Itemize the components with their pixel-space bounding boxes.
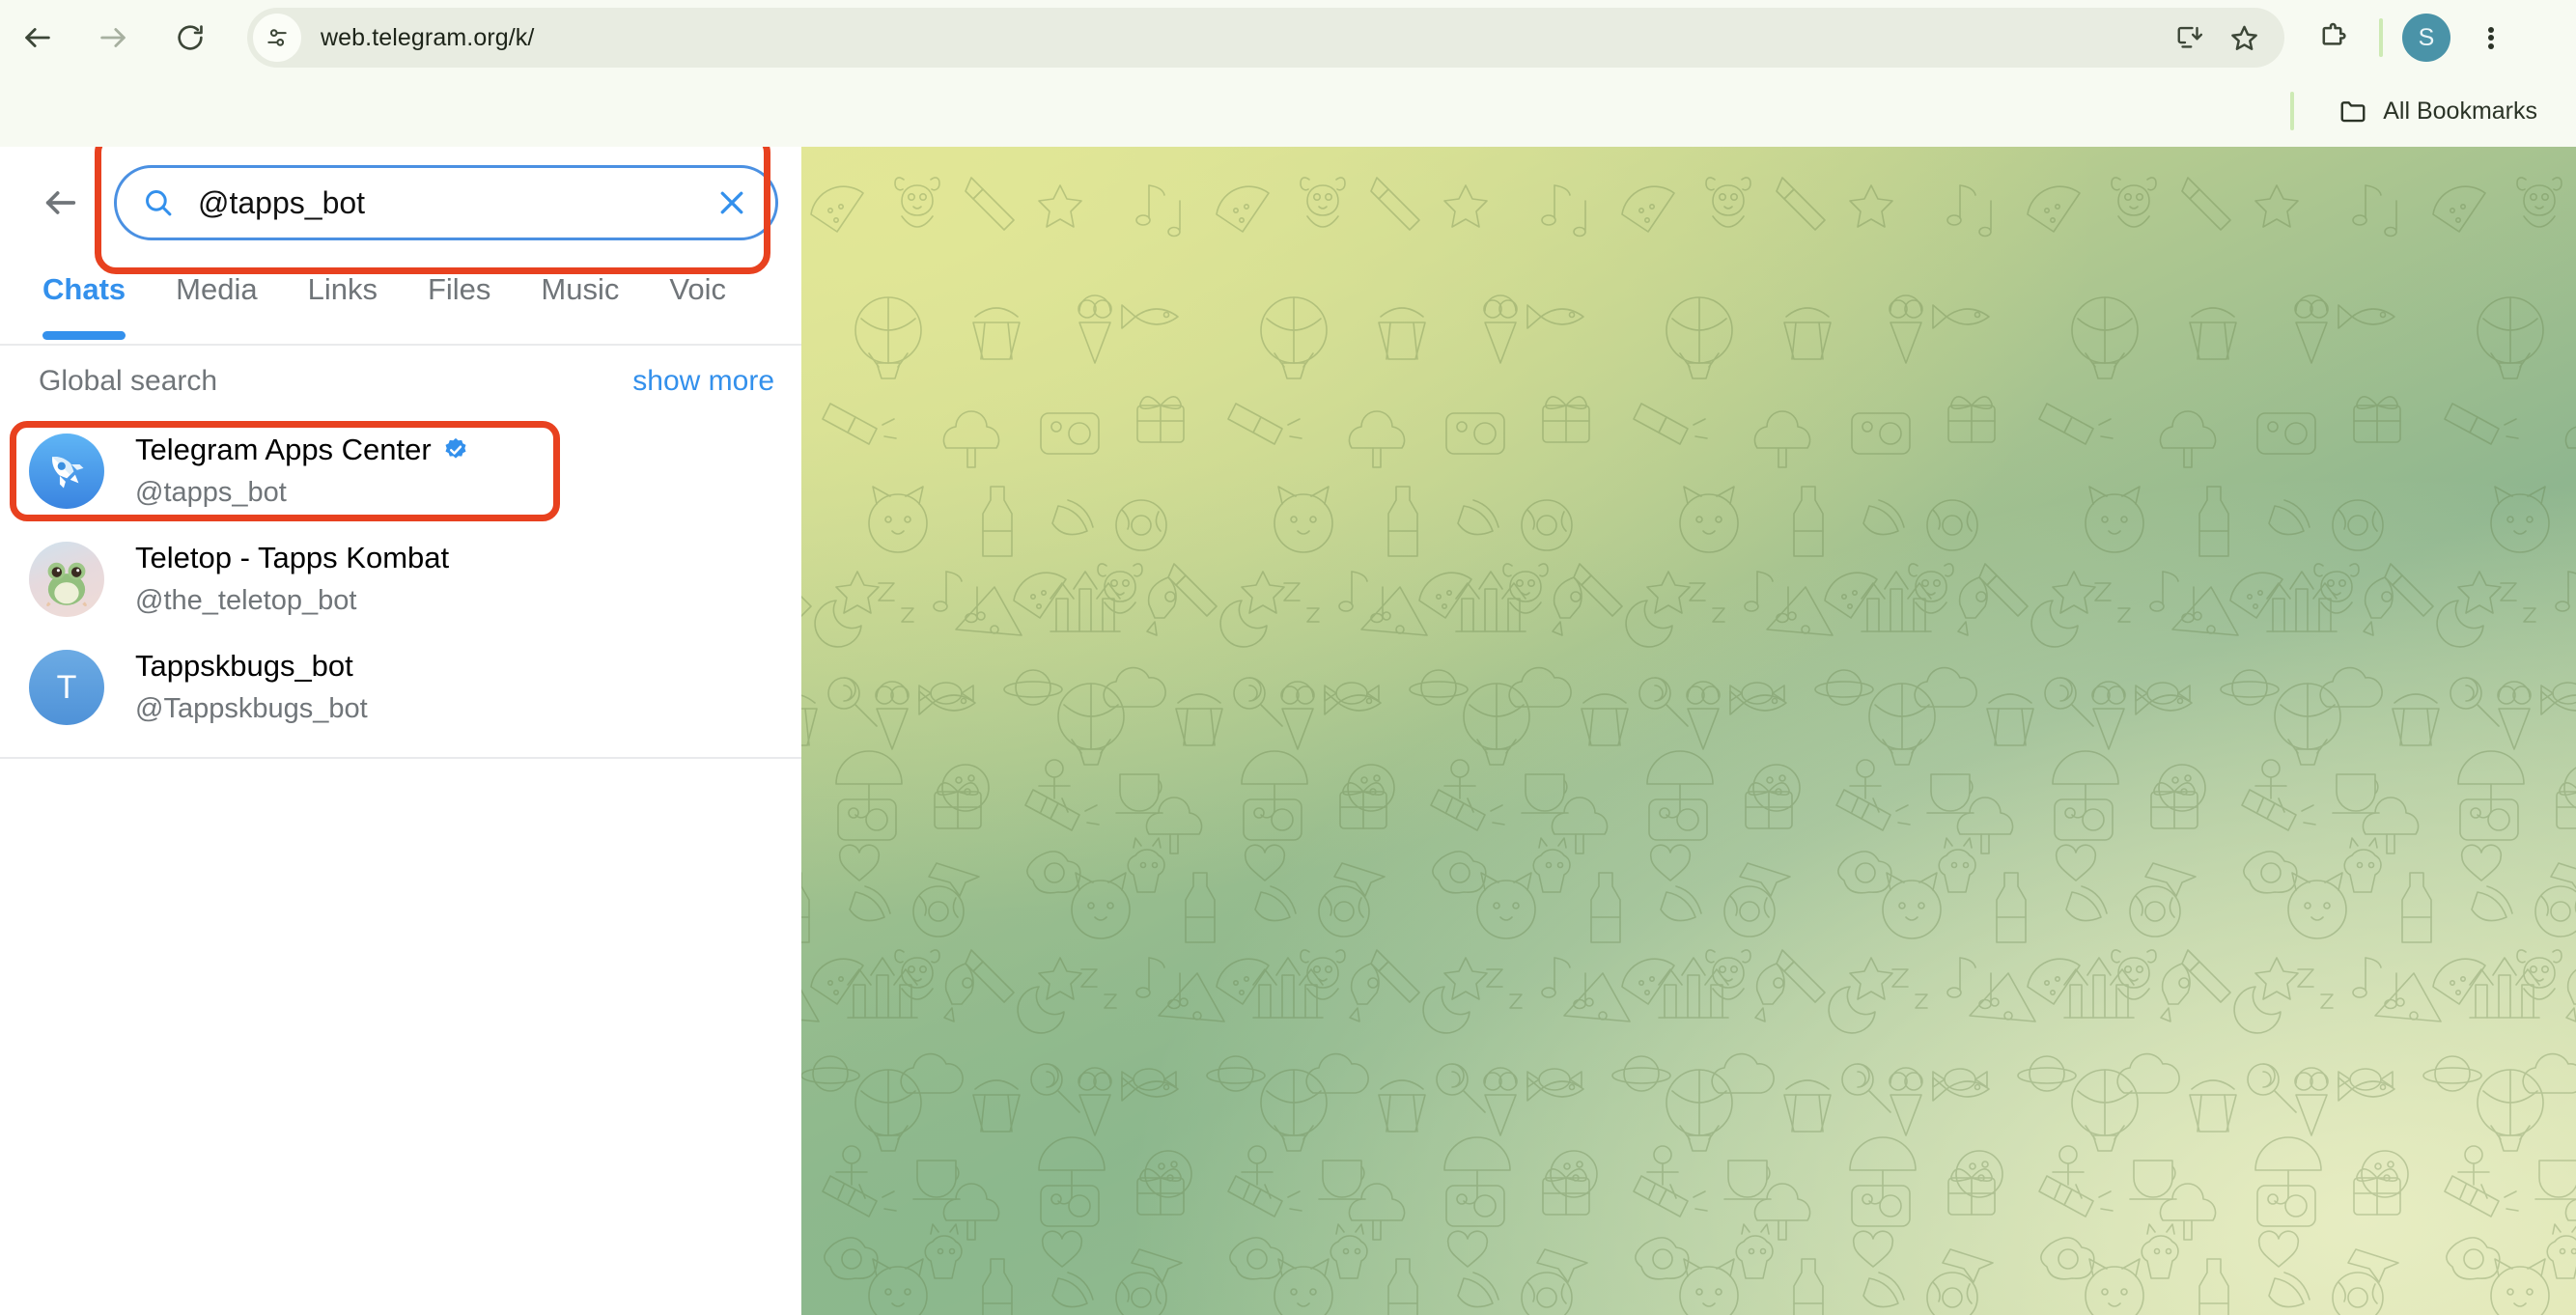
chat-background-panel [801, 147, 2576, 1315]
tab-label: Voic [669, 272, 726, 306]
tab-music[interactable]: Music [516, 259, 644, 336]
list-item-text: Teletop - Tapps Kombat @the_teletop_bot [135, 539, 449, 620]
all-bookmarks-label: All Bookmarks [2383, 97, 2537, 125]
global-search-title: Global search [39, 365, 218, 397]
list-item-username: @Tappskbugs_bot [135, 693, 368, 724]
page-content: Chats Media Links Files Music Voic Globa… [0, 147, 2576, 1315]
global-search-header: Global search show more [0, 346, 801, 417]
browser-menu-button[interactable] [2464, 11, 2518, 65]
list-item-username: @the_teletop_bot [135, 585, 357, 616]
chat-doodle-pattern [801, 177, 2576, 1315]
search-header [0, 147, 801, 259]
tab-label: Links [307, 272, 378, 306]
tab-label: Files [427, 272, 491, 306]
browser-forward-button[interactable] [83, 8, 143, 68]
search-results-list: Telegram Apps Center @tapps_bot Teletop … [0, 417, 801, 759]
browser-chrome: web.telegram.org/k/ S All Bookmarks [0, 0, 2576, 147]
list-item-title-row: Tappskbugs_bot [135, 647, 368, 685]
puzzle-piece-icon [2322, 22, 2346, 45]
folder-icon [2340, 101, 2366, 123]
tune-icon [267, 29, 287, 46]
profile-avatar[interactable]: S [2402, 14, 2450, 62]
list-divider [0, 757, 801, 759]
search-box-wrapper [114, 165, 778, 240]
list-item[interactable]: T Tappskbugs_bot @Tappskbugs_bot [0, 633, 801, 741]
telegram-left-panel: Chats Media Links Files Music Voic Globa… [0, 147, 801, 1315]
tab-label: Media [176, 272, 258, 306]
toolbar-separator [2379, 18, 2383, 57]
browser-nav-bar: web.telegram.org/k/ S [0, 0, 2576, 75]
avatar [29, 542, 104, 617]
tab-media[interactable]: Media [151, 259, 282, 336]
tab-label: Chats [42, 272, 126, 306]
tab-chats[interactable]: Chats [17, 259, 151, 340]
list-item-title-row: Teletop - Tapps Kombat [135, 539, 449, 577]
list-item-text: Tappskbugs_bot @Tappskbugs_bot [135, 647, 368, 728]
list-item-text: Telegram Apps Center @tapps_bot [135, 431, 469, 512]
star-icon [2230, 25, 2257, 50]
arrow-right-icon [100, 28, 126, 47]
site-info-button[interactable] [253, 14, 301, 62]
extensions-button[interactable] [2306, 11, 2360, 65]
rocket-icon [52, 457, 84, 489]
search-input[interactable] [198, 184, 702, 221]
search-clear-button[interactable] [702, 173, 762, 233]
all-bookmarks-button[interactable]: All Bookmarks [2325, 89, 2551, 133]
bookmarks-separator [2290, 92, 2295, 130]
address-bar-url: web.telegram.org/k/ [321, 23, 535, 51]
address-bar[interactable]: web.telegram.org/k/ [247, 8, 2284, 68]
tab-links[interactable]: Links [283, 259, 403, 336]
search-icon [142, 186, 175, 219]
arrow-left-icon [45, 191, 76, 214]
verified-badge-icon [442, 436, 469, 463]
tabs-bottom-border [0, 344, 801, 346]
list-item-title: Telegram Apps Center [135, 433, 432, 466]
search-back-button[interactable] [27, 169, 95, 237]
show-more-button[interactable]: show more [632, 365, 774, 398]
frog-avatar-icon [46, 562, 87, 607]
list-item-title: Tappskbugs_bot [135, 649, 353, 683]
arrow-left-icon [25, 28, 50, 47]
bookmark-star-button[interactable] [2217, 11, 2271, 65]
avatar: T [29, 650, 104, 725]
browser-reload-button[interactable] [160, 8, 220, 68]
list-item-username: @tapps_bot [135, 477, 287, 508]
browser-toolbar-right: S [2294, 8, 2534, 68]
kebab-menu-icon [2488, 24, 2494, 51]
avatar [29, 434, 104, 509]
tab-active-underline [42, 331, 126, 340]
tab-files[interactable]: Files [403, 259, 516, 336]
profile-initial: S [2418, 23, 2435, 51]
close-icon [720, 191, 743, 214]
search-box[interactable] [114, 165, 778, 240]
browser-back-button[interactable] [8, 8, 68, 68]
search-filter-tabs: Chats Media Links Files Music Voic [0, 259, 801, 346]
tab-label: Music [541, 272, 620, 306]
list-item-title-row: Telegram Apps Center [135, 431, 469, 469]
address-bar-actions [2163, 8, 2284, 68]
list-item[interactable]: Teletop - Tapps Kombat @the_teletop_bot [0, 525, 801, 633]
install-app-icon-button[interactable] [2163, 11, 2217, 65]
list-item[interactable]: Telegram Apps Center @tapps_bot [0, 417, 801, 525]
reload-icon [178, 25, 203, 50]
tab-voice[interactable]: Voic [644, 259, 751, 336]
install-app-icon [2177, 26, 2203, 48]
avatar-letter: T [56, 668, 77, 706]
list-item-title: Teletop - Tapps Kombat [135, 541, 450, 574]
bookmarks-bar: All Bookmarks [0, 75, 2576, 147]
